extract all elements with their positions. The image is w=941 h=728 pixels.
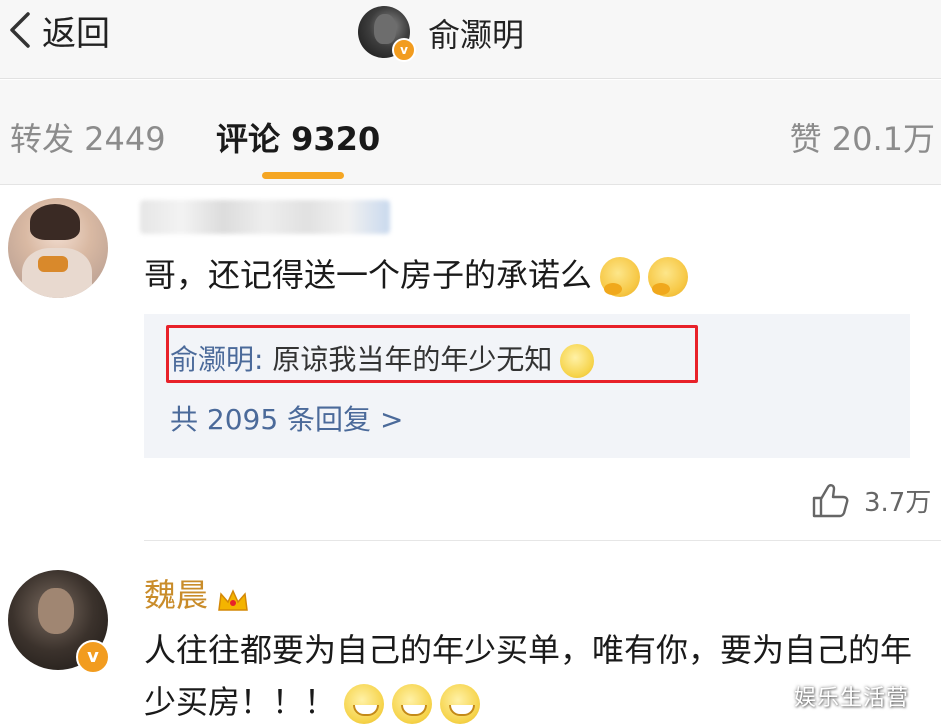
tab-like[interactable]: 赞 20.1万 <box>790 114 935 160</box>
like-button[interactable]: 3.7万 <box>810 480 931 520</box>
grin-emoji-icon <box>392 684 433 724</box>
page-title: 俞灏明 <box>428 16 525 54</box>
thinking-emoji-icon <box>600 257 641 297</box>
commenter-name[interactable]: 魏晨 <box>144 570 250 616</box>
verified-badge-icon: v <box>76 640 110 674</box>
chevron-left-icon <box>10 12 30 48</box>
tab-bar: 转发 2449 评论 9320 赞 20.1万 <box>0 80 941 185</box>
top-nav-bar: 返回 v 俞灏明 <box>0 0 941 79</box>
commenter-avatar[interactable]: v <box>8 570 110 674</box>
grin-emoji-icon <box>344 684 385 724</box>
watermark: 娱乐生活营 <box>794 686 910 711</box>
avatar-image-part <box>38 256 68 272</box>
thumbs-up-icon <box>812 484 849 518</box>
avatar-image <box>374 14 396 44</box>
avatar-image-part <box>30 204 80 240</box>
view-all-replies-link[interactable]: 共 2095 条回复 > <box>170 398 403 438</box>
back-button[interactable]: 返回 <box>6 10 110 54</box>
back-label: 返回 <box>42 13 110 54</box>
commenter-avatar[interactable] <box>8 198 108 298</box>
thinking-emoji-icon <box>648 257 689 297</box>
highlight-annotation-box <box>166 325 698 383</box>
header-avatar[interactable]: v <box>358 6 416 62</box>
comment-text: 人往往都要为自己的年少买单，唯有你，要为自己的年少买房！！！ <box>144 624 924 728</box>
commenter-name-text: 魏晨 <box>144 576 209 614</box>
blurred-username[interactable] <box>140 200 390 234</box>
grin-emoji-icon <box>440 684 481 724</box>
comment-body: 哥，还记得送一个房子的承诺么 <box>144 256 593 294</box>
comment-text: 哥，还记得送一个房子的承诺么 <box>144 250 689 297</box>
verified-badge-icon: v <box>392 38 416 62</box>
active-tab-indicator <box>262 172 344 179</box>
tab-repost[interactable]: 转发 2449 <box>10 114 166 160</box>
avatar-image <box>38 588 74 634</box>
comment-divider <box>144 540 941 541</box>
crown-icon <box>216 584 250 611</box>
tab-comment[interactable]: 评论 9320 <box>216 114 380 160</box>
like-count: 3.7万 <box>864 487 932 518</box>
